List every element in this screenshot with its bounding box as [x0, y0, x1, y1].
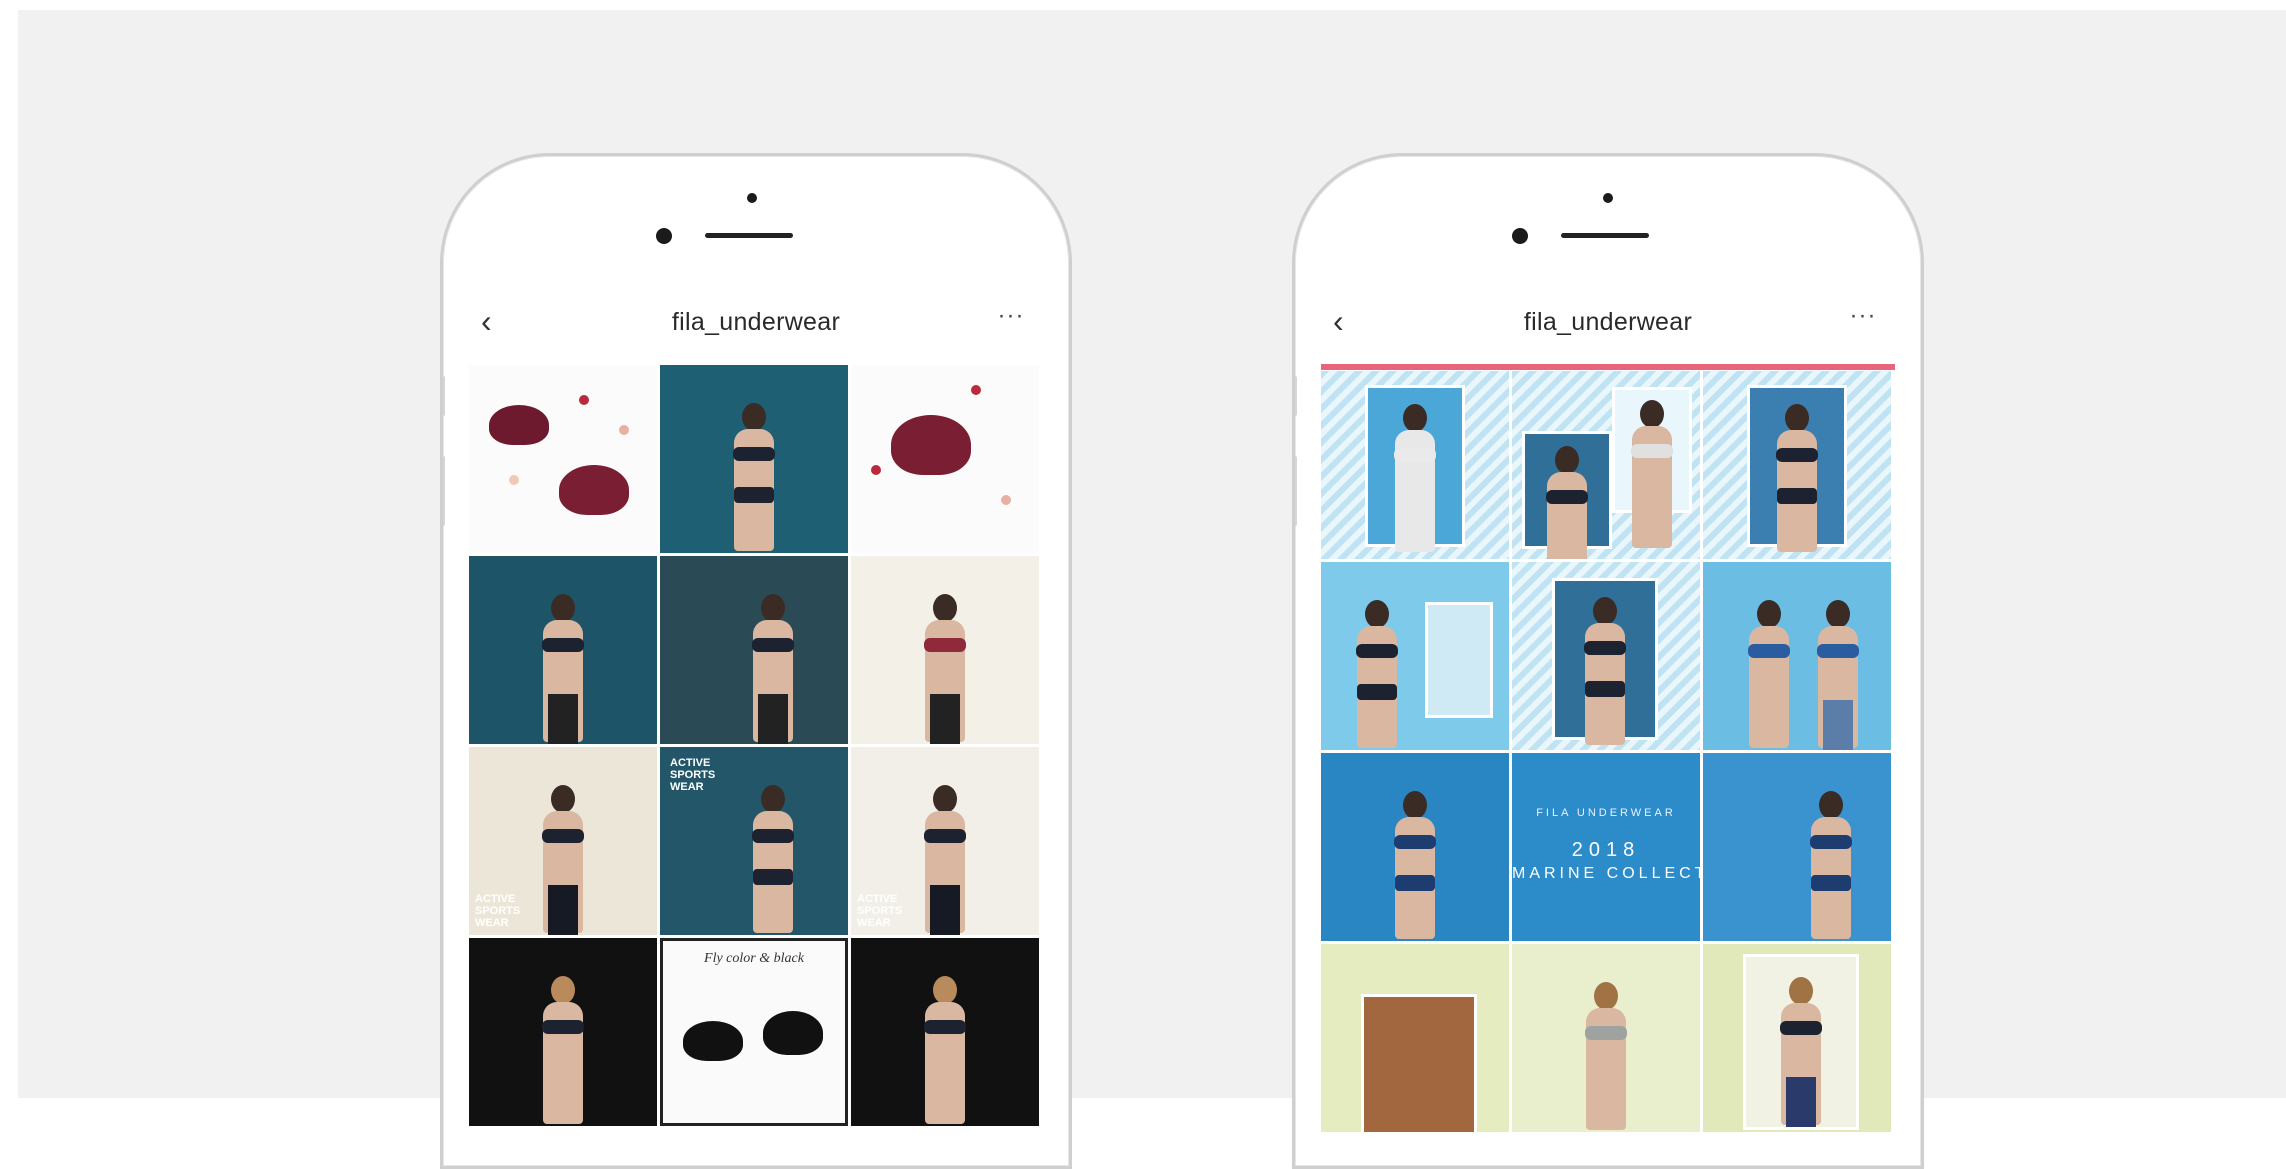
- model-figure: [916, 976, 974, 1126]
- banner-year: 2018: [1571, 839, 1641, 861]
- photo-card: [1747, 385, 1847, 552]
- front-camera: [656, 228, 672, 244]
- grid-post[interactable]: [851, 556, 1039, 744]
- brief-product-image: [763, 1011, 823, 1055]
- sensor-dot: [747, 193, 757, 203]
- side-button: [443, 376, 445, 416]
- bra-product-image: [489, 405, 549, 445]
- model-figure: [534, 594, 592, 744]
- grid-post[interactable]: [1512, 562, 1700, 750]
- tag-text: ACTIVE SPORTS WEAR: [857, 893, 903, 929]
- tag-text: ACTIVE SPORTS WEAR: [670, 757, 716, 793]
- post-caption: Fly color & black: [704, 951, 804, 966]
- brief-product-image: [559, 465, 629, 515]
- model-figure: [1577, 982, 1635, 1132]
- profile-username: fila_underwear: [1523, 308, 1693, 336]
- flower-decoration: [579, 395, 589, 405]
- grid-post[interactable]: [469, 365, 657, 553]
- flower-decoration: [1001, 495, 1011, 505]
- sensor-dot: [1603, 193, 1613, 203]
- photo-card: [1552, 578, 1658, 745]
- grid-post[interactable]: [1321, 371, 1509, 559]
- grid-post[interactable]: [469, 556, 657, 744]
- front-camera: [1512, 228, 1528, 244]
- model-figure: [1348, 600, 1406, 750]
- photo-card: [1425, 602, 1493, 718]
- photo-card: [1612, 387, 1692, 548]
- flower-decoration: [871, 465, 881, 475]
- grid-post[interactable]: [851, 365, 1039, 553]
- side-button: [1295, 376, 1297, 416]
- model-figure: [1740, 600, 1798, 750]
- profile-username: fila_underwear: [671, 308, 841, 336]
- model-figure: [534, 976, 592, 1126]
- more-options-icon[interactable]: ···: [991, 304, 1031, 334]
- grid-post[interactable]: [1512, 371, 1700, 559]
- banner-subtitle: FILA UNDERWEAR: [1536, 807, 1676, 819]
- grid-post[interactable]: [1703, 562, 1891, 750]
- grid-post[interactable]: [660, 556, 848, 744]
- side-button: [443, 456, 445, 526]
- profile-header: ‹ fila_underwear ···: [1295, 304, 1921, 344]
- more-options-icon[interactable]: ···: [1843, 304, 1883, 334]
- grid-post[interactable]: [1703, 944, 1891, 1132]
- grid-post[interactable]: ACTIVE SPORTS WEAR: [851, 747, 1039, 935]
- grid-post[interactable]: ACTIVE SPORTS WEAR: [469, 747, 657, 935]
- grid-post[interactable]: [1321, 753, 1509, 941]
- model-figure: [1802, 791, 1860, 941]
- grid-post[interactable]: [1321, 944, 1509, 1132]
- grid-post[interactable]: [660, 365, 848, 553]
- accent-divider: [1321, 364, 1895, 370]
- profile-header: ‹ fila_underwear ···: [443, 304, 1069, 344]
- grid-post[interactable]: [1321, 562, 1509, 750]
- grid-post[interactable]: FILA UNDERWEAR 2018 MARINE COLLECTION: [1512, 753, 1700, 941]
- model-figure: [744, 594, 802, 744]
- flower-decoration: [971, 385, 981, 395]
- flower-decoration: [619, 425, 629, 435]
- model-figure: [1386, 791, 1444, 941]
- grid-post[interactable]: ACTIVE SPORTS WEAR: [660, 747, 848, 935]
- model-figure: [534, 785, 592, 935]
- model-figure: [916, 594, 974, 744]
- photo-card: [1743, 954, 1859, 1130]
- flower-decoration: [509, 475, 519, 485]
- background-stage: ‹ fila_underwear ··· ACTIVE SPORTS WEAR …: [18, 10, 2286, 1169]
- model-figure: [916, 785, 974, 935]
- post-grid: FILA UNDERWEAR 2018 MARINE COLLECTION: [1321, 371, 1891, 1132]
- phone-right: ‹ fila_underwear ··· FILA UNDERWEAR 2018…: [1292, 153, 1924, 1169]
- bra-product-image: [683, 1021, 743, 1061]
- grid-post[interactable]: [1512, 944, 1700, 1132]
- brief-product-image: [891, 415, 971, 475]
- earpiece-speaker: [705, 233, 793, 238]
- grid-post[interactable]: [1703, 371, 1891, 559]
- post-grid: ACTIVE SPORTS WEAR ACTIVE SPORTS WEAR AC…: [469, 365, 1039, 1126]
- model-figure: [1809, 600, 1867, 750]
- photo-card: [1361, 994, 1477, 1132]
- tag-text: ACTIVE SPORTS WEAR: [475, 893, 521, 929]
- photo-card: [1522, 431, 1612, 559]
- model-figure: [725, 403, 783, 553]
- earpiece-speaker: [1561, 233, 1649, 238]
- phone-left: ‹ fila_underwear ··· ACTIVE SPORTS WEAR …: [440, 153, 1072, 1169]
- side-button: [1295, 456, 1297, 526]
- banner-collection: MARINE COLLECTION: [1512, 865, 1700, 882]
- grid-post[interactable]: [1703, 753, 1891, 941]
- photo-card: [1365, 385, 1465, 552]
- model-figure: [744, 785, 802, 935]
